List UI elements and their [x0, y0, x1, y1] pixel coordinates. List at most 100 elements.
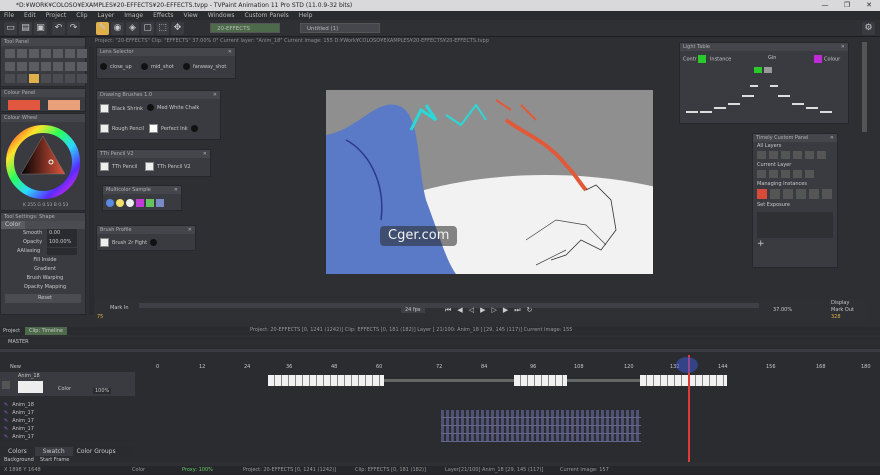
swatch-white[interactable] [126, 199, 134, 207]
instance-btn-1[interactable] [757, 189, 767, 199]
text-tool-icon[interactable] [65, 49, 75, 58]
minimize-button[interactable]: — [814, 0, 836, 11]
primary-color-swatch[interactable] [8, 100, 40, 110]
lens-mid-shot[interactable]: mid_shot [141, 63, 174, 70]
redo-icon[interactable]: ↷ [67, 22, 80, 35]
opacity-field[interactable]: 100.00% [47, 238, 77, 247]
all-layers-btn-1[interactable] [757, 151, 766, 159]
current-layer-btn-1[interactable] [757, 170, 766, 178]
bucket-tool-icon[interactable] [29, 74, 39, 84]
instance-btn-4[interactable] [796, 189, 806, 199]
brush-perfect-ink[interactable]: Perfect Ink [149, 124, 201, 133]
mark-out-value[interactable]: 328 [831, 314, 841, 320]
close-icon[interactable]: ✕ [174, 186, 178, 194]
right-color-icon[interactable] [814, 55, 822, 63]
menu-view[interactable]: View [183, 11, 197, 20]
tab-untitled[interactable]: Untitled (1) [300, 23, 380, 33]
tab-clip-timeline[interactable]: Clip: Timeline [25, 327, 67, 335]
menu-edit[interactable]: Edit [24, 11, 36, 20]
pan-tool-icon[interactable] [53, 61, 63, 71]
menu-effects[interactable]: Effects [153, 11, 173, 20]
poly-tool-icon[interactable] [29, 49, 39, 58]
layer-row[interactable]: ✎ Anim_17 [0, 433, 135, 441]
tab-swatch[interactable]: Swatch [34, 447, 73, 456]
frame-block-1[interactable] [268, 375, 384, 386]
reset-button[interactable]: Reset [5, 294, 81, 303]
right-scrollbar[interactable] [862, 42, 867, 132]
current-layer-btn-3[interactable] [781, 170, 790, 178]
mark-in-value[interactable]: 75 [97, 314, 103, 320]
curve-tool-icon[interactable] [17, 61, 27, 71]
swatch-yellow[interactable] [116, 199, 124, 207]
tab-20-effects[interactable]: 20-EFFECTS [210, 23, 280, 33]
all-layers-btn-3[interactable] [781, 151, 790, 159]
menu-help[interactable]: Help [299, 11, 313, 20]
instance-btn-2[interactable] [770, 189, 780, 199]
eraser-tool-icon[interactable]: ◉ [111, 22, 124, 35]
color-wheel[interactable] [5, 124, 83, 200]
eye-icon[interactable] [2, 381, 10, 389]
brush-tool-icon[interactable]: ✎ [96, 22, 109, 35]
frame-block-2[interactable] [514, 375, 567, 386]
aa-dropdown[interactable] [47, 248, 77, 255]
all-layers-btn-2[interactable] [769, 151, 778, 159]
fill-tool-icon[interactable]: ◈ [126, 22, 139, 35]
line-tool-icon[interactable] [5, 61, 15, 71]
layer-row[interactable]: ✎ Anim_17 [0, 409, 135, 417]
menu-windows[interactable]: Windows [208, 11, 235, 20]
menu-image[interactable]: Image [124, 11, 143, 20]
instance-btn-3[interactable] [783, 189, 793, 199]
brush-rough-pencil[interactable]: Rough Pencil [100, 124, 144, 133]
smudge-tool-icon[interactable] [17, 74, 27, 84]
layer-tool-icon[interactable] [53, 74, 63, 84]
close-icon[interactable]: ✕ [203, 150, 207, 158]
misc-tool-icon[interactable] [77, 74, 87, 84]
swatch-purple[interactable] [136, 199, 144, 207]
all-layers-btn-5[interactable] [805, 151, 814, 159]
move-tool-icon[interactable]: ✥ [171, 22, 184, 35]
warp-tool-icon[interactable] [41, 61, 51, 71]
blend-mode-dropdown[interactable]: Color [58, 386, 71, 392]
transport-controls[interactable]: ⏮◀◁▶▷▶⏭↻ [445, 306, 538, 315]
undo-icon[interactable]: ↶ [52, 22, 65, 35]
current-layer-btn-5[interactable] [805, 170, 814, 178]
light-table-levels[interactable] [684, 63, 844, 121]
exposure-buttons[interactable] [757, 212, 833, 238]
tab-colors[interactable]: Colors [0, 447, 35, 456]
menu-layer[interactable]: Layer [98, 11, 115, 20]
close-button[interactable]: ✕ [858, 0, 880, 11]
swatch-blue[interactable] [106, 199, 114, 207]
color-pick-icon[interactable] [41, 74, 51, 84]
menu-custom-panels[interactable]: Custom Panels [245, 11, 289, 20]
frame-block-3[interactable] [640, 375, 727, 386]
drawing-canvas[interactable] [326, 90, 653, 274]
close-icon[interactable]: ✕ [841, 43, 845, 51]
brush-tth-pencil[interactable]: TTh Pencil [100, 162, 137, 171]
open-folder-icon[interactable]: ▤ [19, 22, 32, 35]
smooth-field[interactable]: 0.00 [47, 229, 77, 238]
close-icon[interactable]: ✕ [213, 91, 217, 99]
brush-tth-pencil-v2[interactable]: TTh Pencil V2 [145, 162, 191, 171]
layer-row[interactable]: ✎ Anim_17 [0, 417, 135, 425]
trash-icon[interactable] [77, 49, 87, 58]
tab-color-groups[interactable]: Color Groups [73, 447, 120, 456]
swatch-slate[interactable] [156, 199, 164, 207]
left-scrollbar[interactable] [89, 47, 94, 315]
playhead-marker-icon[interactable] [676, 357, 698, 373]
shape-tool-icon[interactable]: ▢ [141, 22, 154, 35]
layer-frames[interactable] [441, 410, 641, 442]
menu-clip[interactable]: Clip [76, 11, 87, 20]
close-icon[interactable]: ✕ [830, 134, 834, 142]
lens-faraway-shot[interactable]: faraway_shot [183, 63, 226, 70]
all-layers-btn-6[interactable] [817, 151, 826, 159]
save-icon[interactable]: ▣ [34, 22, 47, 35]
brush-black-shrink[interactable]: Black Shrink [100, 104, 143, 113]
swatch-green[interactable] [146, 199, 154, 207]
maximize-button[interactable]: ❐ [836, 0, 858, 11]
lens-close-up[interactable]: close_up [100, 63, 132, 70]
zoom-value[interactable]: 37.00% [773, 307, 792, 313]
instance-btn-6[interactable] [822, 189, 832, 199]
all-layers-btn-4[interactable] [793, 151, 802, 159]
zoom-tool-icon[interactable] [65, 61, 75, 71]
layer-opacity-field[interactable]: 100% [93, 388, 112, 394]
